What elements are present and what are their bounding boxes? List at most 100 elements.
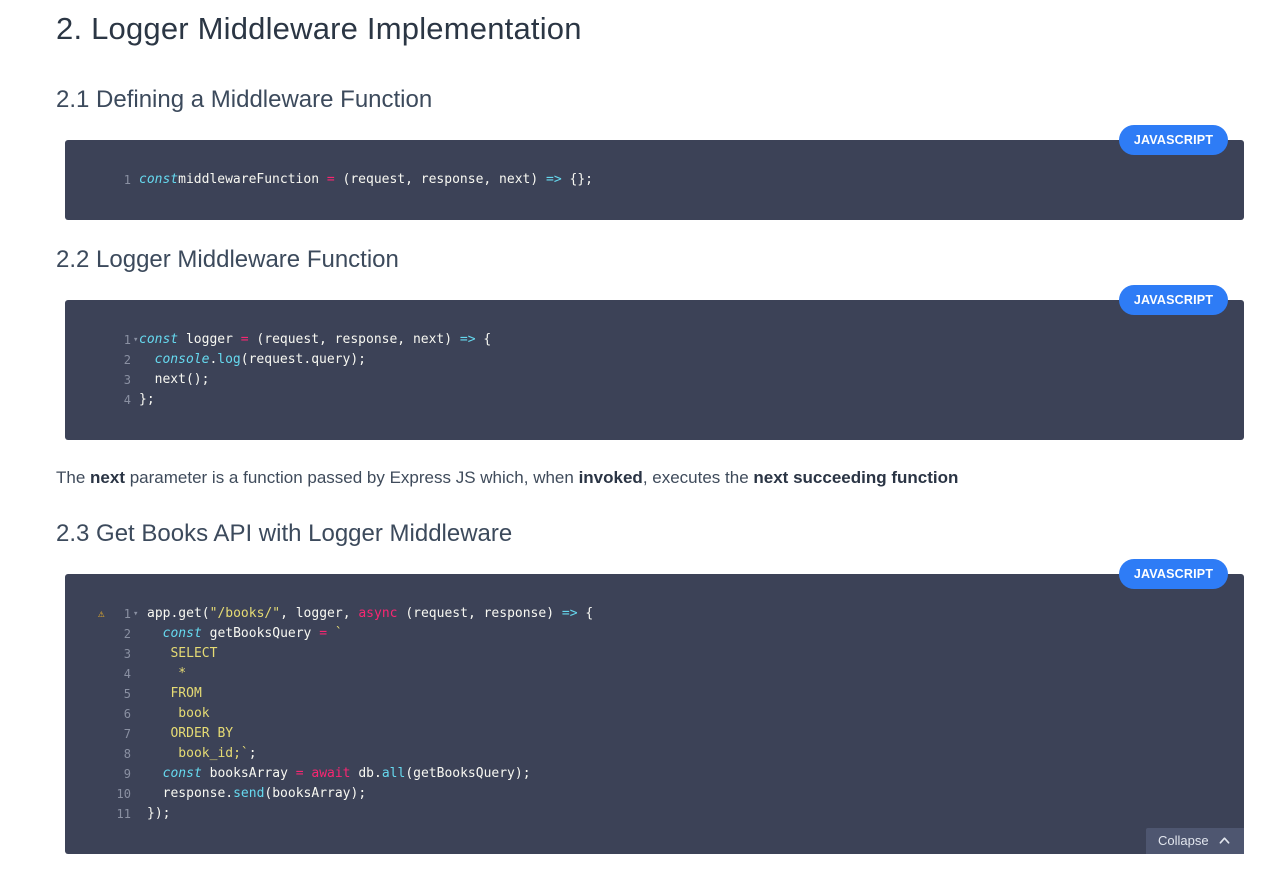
fold-arrow-icon[interactable]: ▾: [133, 604, 138, 624]
code-token: =>: [546, 172, 562, 187]
line-number: 9: [123, 767, 131, 781]
paragraph-bold-next: next: [90, 468, 125, 487]
code-block-2: JAVASCRIPT 1 ▾ const logger = (request, re…: [65, 285, 1244, 440]
code-text: response.send(booksArray);: [147, 784, 367, 804]
section-heading-2-1: 2.1 Defining a Middleware Function: [56, 86, 433, 113]
code-token: console: [154, 352, 210, 367]
code-text: const booksArray = await db.all(getBooks…: [147, 764, 531, 784]
code-text: book: [147, 704, 210, 724]
code-text: ORDER BY: [147, 724, 233, 744]
line-number: 5: [123, 687, 131, 701]
code-token: (request.query);: [240, 352, 366, 367]
language-badge[interactable]: JAVASCRIPT: [1119, 285, 1228, 315]
code-token: ORDER BY: [147, 726, 234, 741]
code-token: =>: [459, 332, 476, 347]
code-token: });: [147, 806, 171, 821]
code-text: constmiddlewareFunction = (request, resp…: [139, 170, 593, 190]
code-text: *: [147, 664, 186, 684]
line-number: 3: [123, 647, 131, 661]
section-heading-2-2: 2.2 Logger Middleware Function: [56, 246, 399, 273]
code-text: book_id;`;: [147, 744, 257, 764]
paragraph-bold-next-succeeding: next succeeding function: [753, 468, 959, 487]
code-token: =: [295, 766, 304, 781]
code-token: booksArray: [201, 766, 296, 781]
code-text: FROM: [147, 684, 202, 704]
code-block-1: JAVASCRIPT 1 constmiddlewareFunction = (r…: [65, 125, 1244, 220]
code-token: book_id;`: [147, 746, 249, 761]
code-token: app.get(: [147, 606, 210, 621]
code-token: =>: [561, 606, 578, 621]
line-number: 4: [123, 393, 131, 407]
line-number: 4: [123, 667, 131, 681]
fold-arrow-icon[interactable]: ▾: [133, 330, 138, 350]
code-token: await: [311, 766, 351, 781]
code-token: send: [233, 786, 265, 801]
code-token: logger: [178, 332, 241, 347]
code-token: (request, response, next): [334, 172, 547, 187]
paragraph-bold-invoked: invoked: [578, 468, 643, 487]
code-token: all: [381, 766, 406, 781]
code-token: getBooksQuery: [201, 626, 320, 641]
line-number: 1: [123, 173, 131, 187]
code-text: SELECT: [147, 644, 217, 664]
paragraph-text: , executes the: [642, 468, 754, 487]
code-text: console.log(request.query);: [139, 350, 366, 370]
code-token: FROM: [147, 686, 202, 701]
code-text: app.get("/books/", logger, async (reques…: [147, 604, 593, 624]
section-heading-2-3: 2.3 Get Books API with Logger Middleware: [56, 520, 513, 547]
code-token: (request, response): [397, 606, 562, 621]
code-text: });: [147, 804, 170, 824]
code-token: log: [217, 352, 241, 367]
code-token: db.: [350, 766, 382, 781]
language-badge[interactable]: JAVASCRIPT: [1119, 559, 1228, 589]
language-badge[interactable]: JAVASCRIPT: [1119, 125, 1228, 155]
paragraph-text: parameter is a function passed by Expres…: [125, 468, 579, 487]
code-token: book: [147, 706, 210, 721]
code-token: const: [139, 172, 179, 187]
code-token: ;: [248, 746, 257, 761]
code-token: SELECT: [147, 646, 218, 661]
code-block-3: JAVASCRIPT ⚠ 1 ▾ app.get("/books/", logger,…: [65, 559, 1244, 854]
code-token: (request, response, next): [248, 332, 460, 347]
code-token: {: [475, 332, 492, 347]
code-token: const: [139, 332, 179, 347]
line-number: 8: [123, 747, 131, 761]
code-text: const getBooksQuery = `: [147, 624, 343, 644]
code-token: *: [147, 666, 187, 681]
code-token: (getBooksQuery);: [405, 766, 531, 781]
page-title: 2. Logger Middleware Implementation: [56, 11, 582, 46]
line-number: 1: [123, 333, 131, 347]
code-token: (booksArray);: [264, 786, 367, 801]
line-number: 2: [123, 353, 131, 367]
code-token: =: [240, 332, 249, 347]
line-number: 11: [116, 807, 131, 821]
code-token: next();: [139, 372, 210, 387]
code-token: `: [334, 626, 343, 641]
code-token: const: [162, 766, 202, 781]
collapse-label: Collapse: [1158, 833, 1209, 848]
code-token: {: [577, 606, 594, 621]
code-token: async: [358, 606, 398, 621]
code-token: response.: [147, 786, 234, 801]
line-number: 10: [116, 787, 131, 801]
code-token: middlewareFunction: [178, 172, 327, 187]
code-token: {};: [561, 172, 593, 187]
code-token: const: [162, 626, 202, 641]
code-token: };: [139, 392, 155, 407]
line-number: 2: [123, 627, 131, 641]
description-paragraph: The next parameter is a function passed …: [56, 468, 958, 488]
code-text: };: [139, 390, 155, 410]
line-number: 6: [123, 707, 131, 721]
line-number: 3: [123, 373, 131, 387]
code-text: next();: [139, 370, 210, 390]
code-token: , logger,: [280, 606, 359, 621]
code-token: "/books/": [209, 606, 281, 621]
collapse-button[interactable]: Collapse: [1146, 828, 1244, 854]
line-number: 7: [123, 727, 131, 741]
paragraph-text: The: [56, 468, 91, 487]
chevron-up-icon: [1219, 837, 1230, 844]
